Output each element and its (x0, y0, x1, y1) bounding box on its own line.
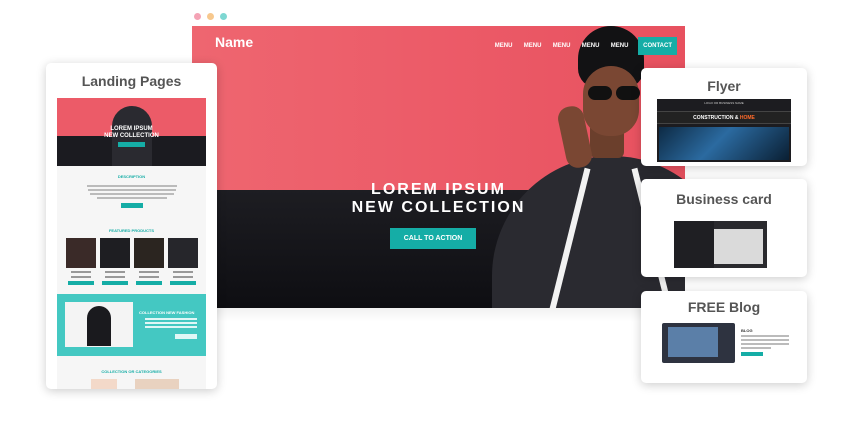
hero-title-line2: NEW COLLECTION (351, 199, 526, 216)
free-blog-card[interactable]: FREE Blog BLOG (641, 291, 807, 383)
landing-products (57, 238, 206, 285)
flyer-business-name: LOGO OR BUSINESS NAME (704, 101, 744, 105)
blog-laptop-image (662, 323, 735, 363)
free-blog-title: FREE Blog (687, 299, 761, 315)
hero-preview: Name MENU MENU MENU MENU MENU CONTACT LO… (192, 26, 685, 308)
window-dots (194, 13, 227, 20)
product-card (167, 238, 198, 285)
window-dot-close[interactable] (194, 13, 201, 20)
nav-menu-4[interactable]: MENU (576, 43, 605, 49)
landing-hero-title: LOREM IPSUM NEW COLLECTION (57, 126, 206, 140)
landing-description-button (120, 203, 143, 208)
landing-hero-line2: NEW COLLECTION (104, 133, 159, 139)
flyer-thumbnail: LOGO OR BUSINESS NAME CONSTRUCTION & HOM… (657, 99, 791, 162)
landing-pages-title: Landing Pages (81, 73, 182, 89)
hero-title-line1: LOREM IPSUM (371, 181, 506, 198)
nav-menu-2[interactable]: MENU (518, 43, 547, 49)
site-logo[interactable]: Name (215, 34, 253, 50)
model-face (583, 66, 639, 136)
flyer-title: Flyer (707, 78, 741, 94)
flyer-photo (659, 127, 789, 160)
product-card (65, 238, 96, 285)
landing-collection-heading: COLLECTION NEW FASHION (139, 310, 195, 315)
landing-body: DESCRIPTION FEATURED PRODUCTS COLLECTION… (57, 166, 206, 389)
sunglasses (588, 86, 640, 100)
landing-pages-card[interactable]: Landing Pages LOREM IPSUM NEW COLLECTION… (46, 63, 217, 389)
business-card-card[interactable]: Business card (641, 179, 807, 277)
landing-hero-button (118, 142, 145, 147)
flyer-card[interactable]: Flyer LOGO OR BUSINESS NAME CONSTRUCTION… (641, 68, 807, 166)
business-card-title: Business card (676, 191, 772, 207)
landing-collection-section: COLLECTION NEW FASHION (57, 294, 206, 356)
landing-hero-thumb: LOREM IPSUM NEW COLLECTION (57, 98, 206, 166)
hero-shadow (192, 308, 685, 322)
call-to-action-button[interactable]: CALL TO ACTION (390, 228, 476, 249)
nav-menu-3[interactable]: MENU (547, 43, 576, 49)
nav-menu-1[interactable]: MENU (489, 43, 518, 49)
map-preview (714, 229, 763, 264)
landing-description-heading: DESCRIPTION (117, 174, 146, 179)
landing-hero-line1: LOREM IPSUM (110, 126, 153, 132)
window-dot-maximize[interactable] (220, 13, 227, 20)
blog-text-preview: BLOG (741, 328, 789, 356)
product-card (99, 238, 130, 285)
blog-read-more-button (741, 352, 763, 356)
site-nav: MENU MENU MENU MENU MENU CONTACT (489, 37, 677, 55)
product-card (133, 238, 164, 285)
landing-categories-heading: COLLECTION OR CATEGORIES (101, 369, 162, 374)
business-card-thumbnail (674, 221, 767, 268)
window-dot-minimize[interactable] (207, 13, 214, 20)
landing-featured-heading: FEATURED PRODUCTS (108, 228, 155, 233)
flyer-heading: CONSTRUCTION & HOME (657, 111, 791, 124)
hero-title: LOREM IPSUM NEW COLLECTION (192, 181, 685, 217)
blog-heading: BLOG (741, 328, 753, 333)
nav-contact-button[interactable]: CONTACT (638, 37, 677, 55)
nav-menu-5[interactable]: MENU (605, 43, 634, 49)
